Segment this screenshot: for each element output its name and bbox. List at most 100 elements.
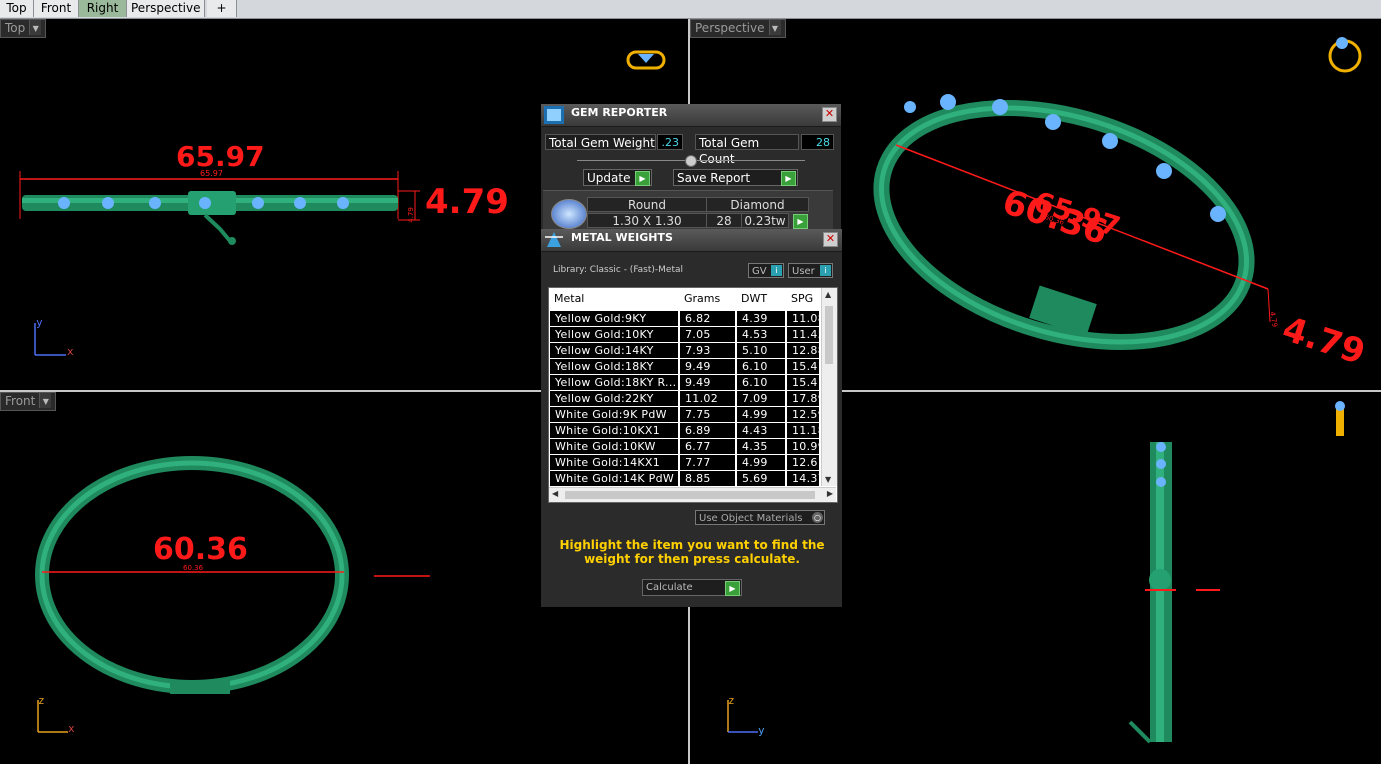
cell-spg: 12.61: [787, 455, 819, 470]
gv-toggle[interactable]: GV i: [748, 263, 784, 278]
gem-weight: 0.23tw: [741, 213, 789, 228]
column-header-spg[interactable]: SPG: [786, 288, 820, 310]
metal-weights-titlebar[interactable]: METAL WEIGHTS ✕: [541, 229, 842, 252]
cell-spg: 11.45: [787, 327, 819, 342]
calculate-button[interactable]: Calculate ▶: [642, 579, 742, 596]
tab-right[interactable]: Right: [79, 0, 127, 17]
tab-front[interactable]: Front: [34, 0, 79, 17]
cell-dwt: 5.10: [737, 343, 785, 358]
dimension-height-small: 4.79: [406, 207, 415, 223]
gv-label: GV: [752, 266, 767, 277]
dimension-width-small: 65.97: [200, 169, 223, 178]
table-row[interactable]: Yellow Gold:9KY6.824.3911.08: [549, 311, 820, 327]
scroll-up-icon[interactable]: ▲: [825, 290, 831, 299]
table-row[interactable]: Yellow Gold:22KY11.027.0917.89: [549, 391, 820, 407]
horizontal-scrollbar[interactable]: ◀ ▶: [549, 487, 836, 502]
use-object-materials-label: Use Object Materials: [699, 513, 803, 524]
cell-metal: Yellow Gold:18KY R...: [550, 375, 678, 390]
cell-dwt: 4.43: [737, 423, 785, 438]
panel-title: METAL WEIGHTS: [571, 231, 673, 244]
cell-grams: 7.77: [680, 455, 735, 470]
gem-reporter-panel: GEM REPORTER ✕ Total Gem Weight .23 Tota…: [541, 104, 841, 231]
gem-size: 1.30 X 1.30: [587, 213, 707, 228]
table-row[interactable]: White Gold:9K PdW7.754.9912.59: [549, 407, 820, 423]
add-tab-button[interactable]: +: [207, 0, 237, 17]
play-icon: ▶: [635, 171, 650, 186]
update-button[interactable]: Update ▶: [583, 169, 652, 186]
axis-y-label: y: [758, 724, 765, 737]
tab-top[interactable]: Top: [0, 0, 34, 17]
cell-spg: 17.89: [787, 391, 819, 406]
gem-shape: Round: [587, 197, 707, 212]
table-row[interactable]: Yellow Gold:18KY9.496.1015.41: [549, 359, 820, 375]
cell-spg: 11.18: [787, 423, 819, 438]
slider-handle[interactable]: [685, 155, 697, 167]
cell-grams: 7.05: [680, 327, 735, 342]
cell-dwt: 4.39: [737, 311, 785, 326]
axis-x-label: x: [68, 722, 75, 735]
cell-grams: 7.93: [680, 343, 735, 358]
vertical-scrollbar[interactable]: ▲ ▼: [821, 288, 837, 486]
save-report-button[interactable]: Save Report ▶: [673, 169, 798, 186]
cell-dwt: 4.53: [737, 327, 785, 342]
cell-dwt: 4.99: [737, 455, 785, 470]
cell-grams: 9.49: [680, 375, 735, 390]
cell-grams: 9.49: [680, 359, 735, 374]
cell-grams: 8.85: [680, 471, 735, 486]
axis-z-label: z: [38, 694, 45, 707]
user-toggle[interactable]: User i: [788, 263, 833, 278]
round-gem-icon[interactable]: [551, 199, 587, 229]
table-row[interactable]: White Gold:10KW6.774.3510.99: [549, 439, 820, 455]
cell-metal: White Gold:14K PdW: [550, 471, 678, 486]
table-row[interactable]: Yellow Gold:18KY R...9.496.1015.41: [549, 375, 820, 391]
total-gem-weight-label: Total Gem Weight: [545, 134, 656, 150]
axis-y-label: y: [36, 316, 43, 329]
viewport-tab-bar: Top Front Right Perspective +: [0, 0, 1381, 19]
table-row[interactable]: Yellow Gold:10KY7.054.5311.45: [549, 327, 820, 343]
save-report-label: Save Report: [677, 171, 751, 185]
scrollbar-thumb[interactable]: [825, 306, 833, 364]
metal-weights-table[interactable]: Metal Grams DWT SPG Yellow Gold:9KY 6.82 4…: [548, 287, 838, 503]
cell-dwt: 6.10: [737, 375, 785, 390]
cell-dwt: 4.35: [737, 439, 785, 454]
dimension-width-small: 60.36: [183, 564, 204, 572]
cell-grams: 11.02: [680, 391, 735, 406]
close-icon[interactable]: ✕: [822, 107, 837, 122]
cell-spg: 11.08: [787, 311, 819, 326]
table-row[interactable]: White Gold:14K PdW8.855.6914.37: [549, 471, 820, 487]
dimension-height[interactable]: 4.79: [425, 182, 509, 222]
cell-metal: Yellow Gold:18KY: [550, 359, 678, 374]
cell-metal: Yellow Gold:10KY: [550, 327, 678, 342]
gem-type: Diamond: [706, 197, 809, 212]
hint-text: Highlight the item you want to find the …: [559, 538, 825, 566]
cell-grams: 6.89: [680, 423, 735, 438]
scroll-left-icon[interactable]: ◀: [552, 489, 558, 498]
close-icon[interactable]: ✕: [823, 232, 838, 247]
gem-count: 28: [706, 213, 742, 228]
table-row[interactable]: White Gold:14KX17.774.9912.61: [549, 455, 820, 471]
gem-go-button[interactable]: ▶: [793, 214, 808, 229]
table-row[interactable]: White Gold:10KX16.894.4311.18: [549, 423, 820, 439]
cell-metal: White Gold:9K PdW: [550, 407, 678, 422]
gem-reporter-titlebar[interactable]: GEM REPORTER ✕: [541, 104, 841, 127]
axis-z-label: z: [728, 694, 735, 707]
cell-dwt: 5.69: [737, 471, 785, 486]
gem-list: Round Diamond 1.30 X 1.30 28 0.23tw ▶: [543, 190, 833, 231]
table-row[interactable]: Yellow Gold:14KY7.935.1012.88: [549, 343, 820, 359]
play-icon: ▶: [725, 581, 740, 596]
panel-title: GEM REPORTER: [571, 106, 668, 119]
total-gem-count-value: 28: [801, 134, 834, 150]
column-header-grams[interactable]: Grams: [679, 288, 736, 310]
column-header-dwt[interactable]: DWT: [736, 288, 786, 310]
dimension-width[interactable]: 60.36: [153, 532, 248, 567]
h-scrollbar-thumb[interactable]: [565, 491, 815, 499]
library-label: Library: Classic - (Fast)-Metal: [553, 265, 684, 275]
tab-perspective[interactable]: Perspective: [127, 0, 205, 17]
update-label: Update: [587, 171, 631, 185]
use-object-materials-toggle[interactable]: Use Object Materials ○: [695, 510, 825, 525]
cell-metal: Yellow Gold:9KY: [550, 311, 678, 326]
scroll-right-icon[interactable]: ▶: [827, 489, 833, 498]
axis-x-label: x: [67, 345, 74, 358]
column-header-metal[interactable]: Metal: [549, 288, 679, 310]
scroll-down-icon[interactable]: ▼: [825, 475, 831, 484]
